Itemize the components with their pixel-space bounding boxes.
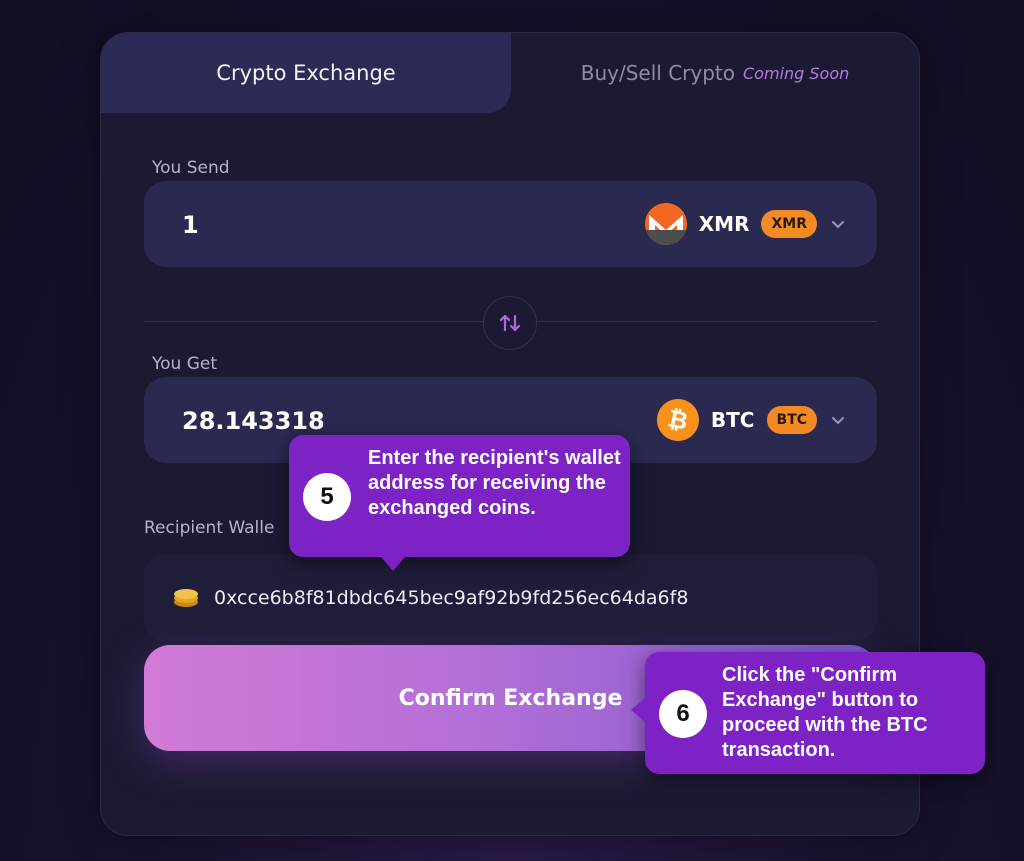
you-send-label: You Send: [152, 158, 230, 178]
chevron-down-icon: [832, 417, 844, 425]
tooltip-text: Click the "Confirm Exchange" button to p…: [722, 664, 928, 761]
recipient-wallet-label: Recipient Walle: [144, 518, 275, 538]
step-number-badge: 5: [303, 473, 351, 521]
send-coin-badge: XMR: [761, 210, 817, 238]
monero-icon: [644, 203, 687, 245]
tooltip-pointer: [381, 557, 405, 571]
send-coin-name: XMR: [698, 212, 750, 236]
chevron-down-icon: [832, 221, 844, 229]
get-coin-name: BTC: [710, 408, 755, 432]
tab-crypto-exchange[interactable]: Crypto Exchange: [101, 33, 511, 113]
tooltip-pointer: [631, 698, 645, 722]
coins-icon: [174, 589, 198, 607]
wallet-address-input[interactable]: [212, 586, 816, 610]
coming-soon-badge: Coming Soon: [743, 63, 850, 83]
get-coin-selector[interactable]: ₿ BTC BTC: [656, 377, 847, 463]
confirm-exchange-label: Confirm Exchange: [398, 685, 623, 711]
tab-buy-sell-crypto[interactable]: Buy/Sell Crypto Coming Soon: [511, 33, 919, 113]
tooltip-step-6: 6 Click the "Confirm Exchange" button to…: [631, 652, 985, 774]
step-number-badge: 6: [659, 690, 707, 738]
tooltip-step-5: 5 Enter the recipient's wallet address f…: [289, 435, 630, 571]
send-amount-input[interactable]: [180, 181, 484, 269]
swap-button[interactable]: [483, 296, 537, 350]
recipient-wallet-field: [144, 555, 877, 641]
swap-arrows-icon: [499, 314, 521, 332]
tooltip-text: Enter the recipient's wallet address for…: [368, 447, 621, 519]
bitcoin-icon: ₿: [656, 399, 699, 441]
tab-crypto-exchange-label: Crypto Exchange: [216, 61, 396, 85]
tab-buy-sell-label: Buy/Sell Crypto: [580, 61, 735, 85]
you-send-field: XMR XMR: [144, 181, 877, 269]
you-get-label: You Get: [152, 354, 218, 374]
get-coin-badge: BTC: [766, 406, 817, 434]
send-coin-selector[interactable]: XMR XMR: [644, 181, 847, 267]
